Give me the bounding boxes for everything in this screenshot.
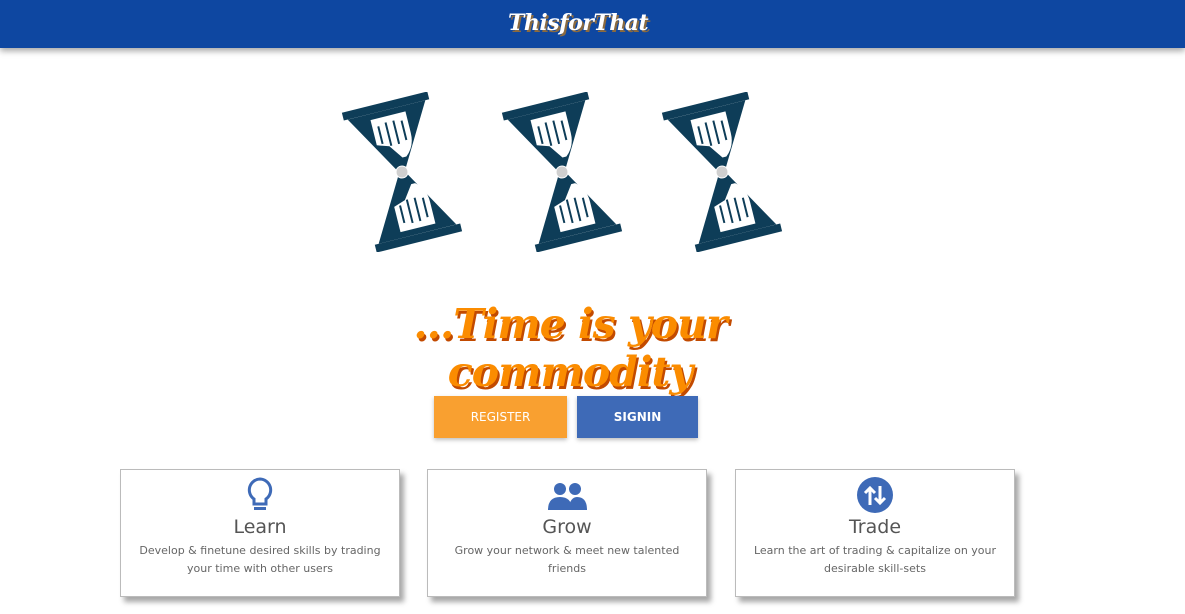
people-icon [428, 476, 706, 516]
top-navbar: ThisforThat [0, 0, 1185, 48]
lightbulb-icon [121, 476, 399, 516]
feature-card-grow: Grow Grow your network & meet new talent… [427, 469, 707, 597]
hourglass-hands-icon [661, 92, 783, 252]
signin-button[interactable]: SIGNIN [577, 396, 698, 438]
hourglass-hands-icon [341, 92, 463, 252]
brand-logo-text[interactable]: ThisforThat [508, 10, 649, 36]
hourglass-hands-icon [501, 92, 623, 252]
feature-description: Grow your network & meet new talented fr… [454, 544, 680, 575]
register-button[interactable]: REGISTER [434, 396, 567, 438]
feature-description: Learn the art of trading & capitalize on… [753, 544, 997, 575]
feature-description: Develop & finetune desired skills by tra… [139, 544, 381, 575]
feature-card-learn: Learn Develop & finetune desired skills … [120, 469, 400, 597]
hero-tagline: ...Time is your commodity [413, 300, 727, 396]
hourglass-logo-group [340, 92, 800, 252]
trade-arrows-icon [736, 476, 1014, 516]
feature-title: Learn [233, 516, 287, 538]
feature-title: Grow [542, 516, 592, 538]
feature-title: Trade [848, 516, 902, 538]
feature-card-trade: Trade Learn the art of trading & capital… [735, 469, 1015, 597]
